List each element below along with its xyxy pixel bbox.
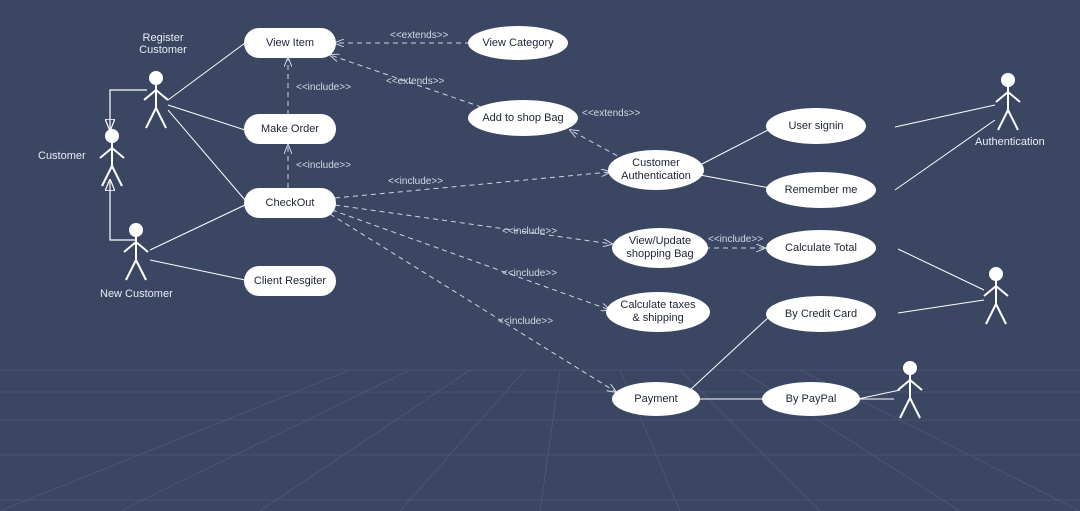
- actor-customer: [98, 128, 126, 188]
- actor-new-customer-label: New Customer: [100, 288, 173, 300]
- rel-ext-viewcat: <<extends>>: [390, 30, 448, 41]
- actor-register-customer-label: RegisterCustomer: [128, 32, 198, 56]
- uc-client-register: Client Resgiter: [244, 266, 336, 296]
- actor-customer-label: Customer: [38, 150, 86, 162]
- rel-inc-co-bag: <<include>>: [502, 226, 557, 237]
- actor-authentication: [994, 72, 1022, 132]
- rel-inc-co-pay: <<include>>: [498, 316, 553, 327]
- uc-make-order: Make Order: [244, 114, 336, 144]
- rel-inc-bag-total: <<include>>: [708, 234, 763, 245]
- uc-view-update-bag: View/Updateshopping Bag: [612, 228, 708, 268]
- uc-view-category: View Category: [468, 26, 568, 60]
- actor-payment-1: [982, 266, 1010, 326]
- rel-ext-addbag: <<extends>>: [386, 76, 444, 87]
- uc-by-paypal: By PayPal: [762, 382, 860, 416]
- uc-by-credit-card: By Credit Card: [766, 296, 876, 332]
- dependencies: [288, 43, 765, 392]
- rel-inc-co-tax: <<include>>: [502, 268, 557, 279]
- uc-calc-tax-ship: Calculate taxes& shipping: [606, 292, 710, 332]
- actor-new-customer: [122, 222, 150, 282]
- uc-checkout: CheckOut: [244, 188, 336, 218]
- uc-add-to-bag: Add to shop Bag: [468, 100, 578, 136]
- actor-register-customer: [142, 70, 170, 130]
- uc-remember-me: Remember me: [766, 172, 876, 208]
- rel-inc-co-mo: <<include>>: [296, 160, 351, 171]
- uc-view-item: View Item: [244, 28, 336, 58]
- uc-user-signin: User signin: [766, 108, 866, 144]
- actor-payment-2: [896, 360, 924, 420]
- uc-cust-auth: CustomerAuthentication: [608, 150, 704, 190]
- actor-authentication-label: Authentication: [975, 136, 1045, 148]
- rel-inc-co-auth: <<include>>: [388, 176, 443, 187]
- rel-ext-custauth: <<extends>>: [582, 108, 640, 119]
- rel-inc-mo-vi: <<include>>: [296, 82, 351, 93]
- uc-calc-total: Calculate Total: [766, 230, 876, 266]
- uc-payment: Payment: [612, 382, 700, 416]
- associations: [150, 43, 995, 399]
